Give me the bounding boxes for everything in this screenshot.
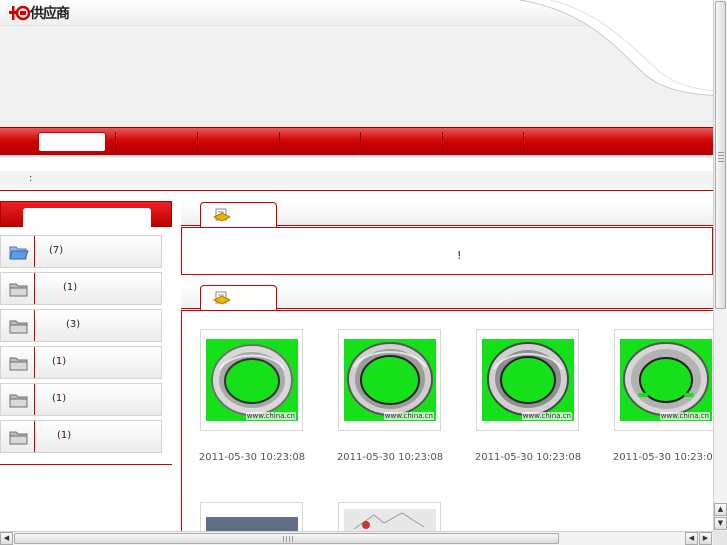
scroll-down-button[interactable]: ▼	[714, 517, 727, 530]
category-label: (7)	[49, 245, 64, 256]
nav-gloss	[0, 128, 713, 140]
scroll-grip	[283, 536, 293, 542]
breadcrumb: :	[29, 173, 33, 184]
notice-tab-strip	[181, 202, 713, 227]
category-divider	[34, 310, 35, 341]
logo-text: 供应商	[30, 6, 70, 22]
scroll-up-button[interactable]: ▲	[714, 503, 727, 516]
notice-text: !	[457, 249, 462, 262]
category-divider	[34, 384, 35, 415]
category-label: (1)	[57, 430, 72, 441]
scroll-grip	[718, 152, 724, 162]
nav-separator	[279, 132, 280, 152]
category-divider	[34, 421, 35, 452]
nav-separator	[115, 132, 116, 152]
product-image[interactable]: www.china.cn	[482, 339, 574, 421]
nav-separator	[197, 132, 198, 152]
products-tab-strip	[181, 285, 713, 310]
product-date: 2011-05-30 10:23:08	[474, 452, 582, 463]
scroll-right-button[interactable]: ▶	[699, 532, 712, 545]
vertical-scrollbar[interactable]: ▲ ▼	[713, 0, 727, 531]
section-divider	[0, 190, 713, 191]
sidebar-category-5[interactable]: (1)	[0, 383, 162, 416]
sidebar-category-2[interactable]: (1)	[0, 272, 162, 305]
site-logo[interactable]: 供应商	[8, 4, 70, 22]
notice-tab[interactable]	[200, 202, 277, 227]
notice-icon	[213, 208, 231, 222]
nav-separator	[442, 132, 443, 152]
category-divider	[34, 236, 35, 267]
product-date: 2011-05-30 10:23:08	[612, 452, 720, 463]
sidebar-header	[0, 201, 172, 228]
scroll-left-button[interactable]: ◀	[0, 532, 13, 545]
product-image[interactable]: www.china.cn	[620, 339, 712, 421]
nav-separator	[523, 132, 524, 152]
category-divider	[34, 273, 35, 304]
category-label: (1)	[63, 282, 78, 293]
category-label: (1)	[52, 393, 67, 404]
header-swoosh-decoration	[520, 0, 713, 97]
product-date: 2011-05-30 10:23:08	[336, 452, 444, 463]
horizontal-scroll-thumb[interactable]	[14, 533, 559, 544]
category-label: (1)	[52, 356, 67, 367]
sidebar-title	[23, 208, 151, 228]
sidebar-category-3[interactable]: (3)	[0, 309, 162, 342]
nav-bottom-line	[0, 155, 713, 157]
category-label: (3)	[66, 319, 81, 330]
scrollbar-corner	[713, 531, 727, 545]
steel-ring-image	[211, 344, 293, 416]
page-header: 供应商	[0, 0, 713, 127]
product-card-5[interactable]	[200, 502, 303, 532]
product-card-6[interactable]	[338, 502, 441, 532]
folder-icon	[9, 431, 28, 445]
china-logo-mark-icon	[9, 5, 30, 21]
sidebar-category-6[interactable]: (1)	[0, 420, 162, 453]
folder-icon	[9, 394, 28, 408]
horizontal-scrollbar[interactable]: ◀ ◀ ▶	[0, 531, 713, 545]
folder-icon	[9, 283, 28, 297]
notice-box: !	[181, 227, 713, 275]
products-tab[interactable]	[200, 285, 277, 310]
product-image[interactable]: www.china.cn	[344, 339, 436, 421]
vertical-scroll-thumb[interactable]	[715, 1, 726, 309]
nav-separator	[360, 132, 361, 152]
product-watermark: www.china.cn	[383, 412, 434, 420]
nav-item-home[interactable]	[38, 132, 106, 152]
main-nav	[0, 127, 713, 155]
product-image[interactable]: www.china.cn	[206, 339, 298, 421]
sidebar-category-4[interactable]: (1)	[0, 346, 162, 379]
product-card-4[interactable]: www.china.cn	[614, 329, 717, 431]
product-card-2[interactable]: www.china.cn	[338, 329, 441, 431]
product-watermark: www.china.cn	[245, 412, 296, 420]
scroll-left-button-end[interactable]: ◀	[685, 532, 698, 545]
category-divider	[34, 347, 35, 378]
sidebar-category-1[interactable]: (7)	[0, 235, 162, 268]
product-card-1[interactable]: www.china.cn	[200, 329, 303, 431]
product-watermark: www.china.cn	[659, 412, 710, 420]
steel-ring-image	[487, 342, 569, 416]
product-image[interactable]	[206, 517, 298, 531]
product-card-3[interactable]: www.china.cn	[476, 329, 579, 431]
folder-icon	[9, 320, 28, 334]
product-watermark: www.china.cn	[521, 412, 572, 420]
steel-ring-image	[347, 342, 433, 416]
product-image[interactable]	[344, 509, 436, 532]
steel-ring-image	[623, 342, 709, 416]
sidebar-bottom-line	[0, 464, 172, 465]
open-folder-icon	[9, 246, 29, 260]
product-date: 2011-05-30 10:23:08	[198, 452, 306, 463]
products-icon	[213, 291, 231, 305]
folder-icon	[9, 357, 28, 371]
breadcrumb-bar: :	[0, 171, 713, 188]
